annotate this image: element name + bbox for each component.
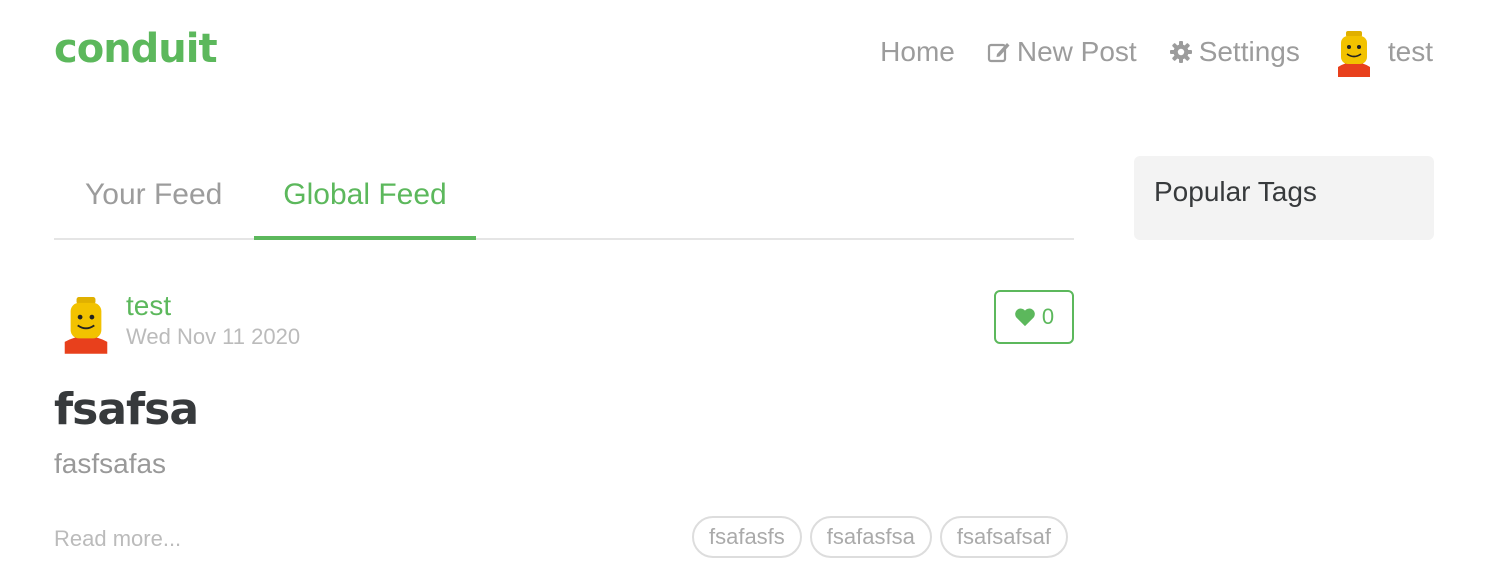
- article-description: fasfsafas: [54, 448, 167, 479]
- nav-menu: Home New Post Settings test: [848, 27, 1433, 77]
- tab-global-feed[interactable]: Global Feed: [254, 178, 476, 240]
- nav-new-post-link[interactable]: New Post: [987, 36, 1137, 68]
- popular-tags-sidebar: Popular Tags: [1134, 156, 1434, 240]
- article-preview: test Wed Nov 11 2020 0 fsafsa fasfsafas …: [54, 288, 1074, 570]
- nav-home-label: Home: [880, 36, 955, 67]
- tag-pill[interactable]: fsafasfs: [691, 516, 802, 558]
- navbar: conduit Home New Post Settings test: [0, 0, 1506, 104]
- tag-pill[interactable]: fsafsafsaf: [939, 516, 1068, 558]
- nav-new-post-label: New Post: [1016, 36, 1137, 67]
- article-title[interactable]: fsafsa: [54, 384, 199, 435]
- article-date: Wed Nov 11 2020: [126, 324, 301, 349]
- nav-settings-label: Settings: [1198, 36, 1300, 67]
- edit-icon: [987, 40, 1011, 64]
- avatar: [1332, 27, 1376, 77]
- tab-your-feed[interactable]: Your Feed: [85, 178, 222, 240]
- feed-tabs: Your Feed Global Feed: [54, 150, 1074, 240]
- feed-section: Your Feed Global Feed test Wed Nov 11 20…: [54, 150, 1074, 558]
- gear-icon: [1169, 40, 1193, 64]
- nav-profile-link[interactable]: test: [1332, 27, 1433, 77]
- nav-home-link[interactable]: Home: [880, 36, 955, 68]
- nav-settings-link[interactable]: Settings: [1169, 36, 1300, 68]
- tag-list: fsafasfs fsafasfsa fsafsafsaf: [684, 516, 1068, 558]
- author-avatar[interactable]: [60, 292, 112, 354]
- popular-tags-title: Popular Tags: [1154, 176, 1317, 207]
- tag-pill[interactable]: fsafasfsa: [809, 516, 932, 558]
- heart-icon: [1014, 307, 1036, 327]
- brand-logo[interactable]: conduit: [54, 26, 218, 72]
- read-more-link[interactable]: Read more...: [54, 526, 181, 552]
- nav-username: test: [1387, 36, 1433, 67]
- favorite-count: 0: [1041, 304, 1055, 329]
- author-name[interactable]: test: [126, 290, 171, 322]
- favorite-button[interactable]: 0: [994, 290, 1074, 344]
